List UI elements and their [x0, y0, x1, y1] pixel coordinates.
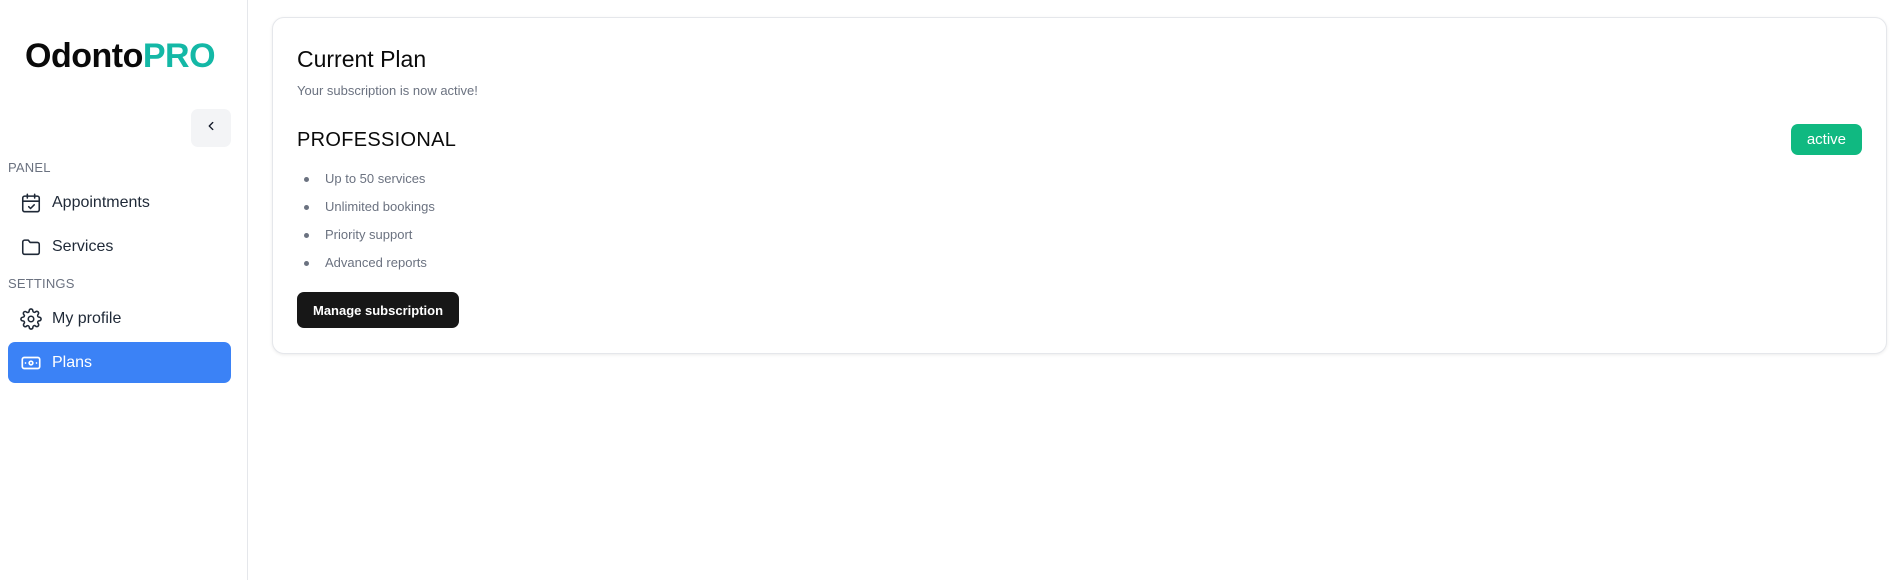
app-root: OdontoPRO PANEL Appointments Services SE…: [0, 0, 1895, 580]
brand-accent: PRO: [142, 37, 216, 75]
chevron-left-icon: [204, 119, 218, 138]
gear-icon: [20, 307, 42, 330]
sidebar-item-label: Services: [52, 237, 114, 255]
brand-logo: OdontoPRO: [25, 36, 216, 76]
calendar-check-icon: [20, 192, 42, 214]
card-title: Current Plan: [297, 46, 427, 72]
manage-subscription-button[interactable]: Manage subscription: [297, 292, 460, 328]
sidebar-item-plans[interactable]: Plans: [8, 342, 231, 383]
feature-item: Priority support: [297, 221, 435, 249]
card-subtitle: Your subscription is now active!: [297, 83, 478, 98]
sidebar: OdontoPRO PANEL Appointments Services SE…: [0, 0, 248, 580]
main-content: Current Plan Your subscription is now ac…: [248, 0, 1895, 580]
banknote-icon: [20, 352, 42, 374]
sidebar-item-label: Plans: [52, 353, 93, 371]
plan-name: PROFESSIONAL: [297, 129, 457, 151]
feature-item: Up to 50 services: [297, 165, 435, 193]
sidebar-item-appointments[interactable]: Appointments: [8, 182, 231, 223]
feature-item: Unlimited bookings: [297, 193, 435, 221]
sidebar-item-label: My profile: [52, 309, 122, 327]
status-badge: active: [1790, 124, 1862, 155]
sidebar-item-label: Appointments: [52, 193, 150, 211]
feature-item: Advanced reports: [297, 249, 435, 277]
sidebar-item-services[interactable]: Services: [8, 226, 231, 267]
collapse-sidebar-button[interactable]: [191, 109, 231, 147]
feature-list: Up to 50 services Unlimited bookings Pri…: [297, 165, 435, 277]
current-plan-card: Current Plan Your subscription is now ac…: [272, 17, 1887, 354]
section-label-panel: PANEL: [8, 160, 51, 175]
sidebar-item-my-profile[interactable]: My profile: [8, 298, 231, 339]
section-label-settings: SETTINGS: [8, 276, 75, 291]
brand-name: Odonto: [25, 37, 143, 75]
folder-icon: [20, 236, 42, 258]
